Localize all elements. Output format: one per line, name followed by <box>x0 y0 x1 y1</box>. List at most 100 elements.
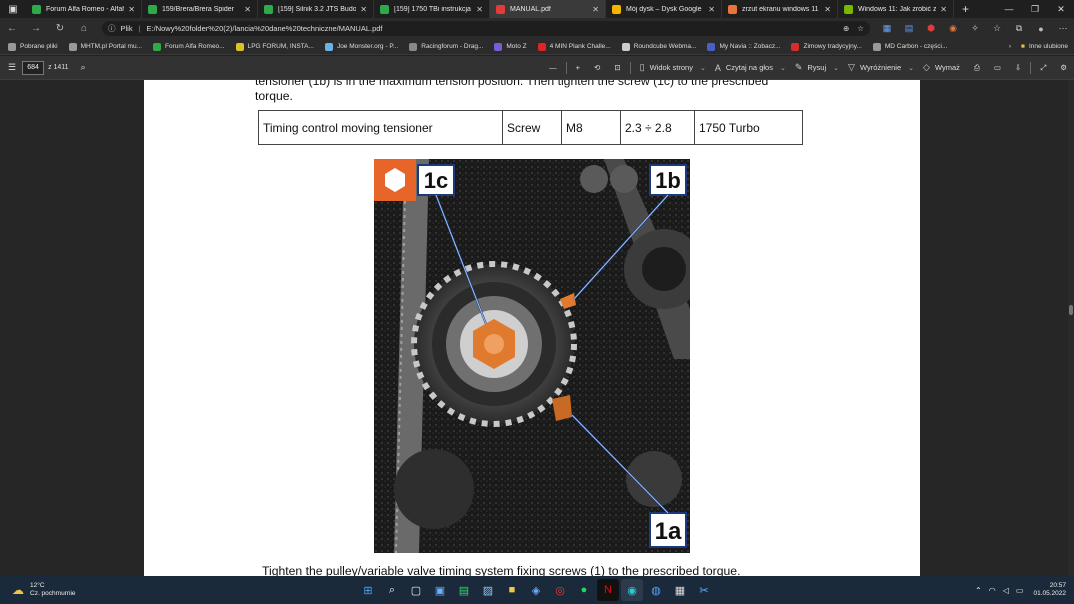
pdf-tool-button[interactable]: ✎ Rysuj <box>788 56 833 80</box>
save-as-button[interactable]: ⇩ <box>1008 56 1028 80</box>
browser-tab[interactable]: 159/Brera/Brera Spider ✕ <box>142 0 258 18</box>
profile-avatar[interactable]: ● <box>1030 18 1052 39</box>
file-explorer-icon[interactable]: ■ <box>501 579 523 601</box>
browser-tab[interactable]: MANUAL.pdf ✕ <box>490 0 606 18</box>
zoom-icon[interactable]: ⊕ <box>843 24 849 33</box>
forward-button[interactable]: → <box>24 18 48 39</box>
bookmark-item[interactable]: LPG FORUM, INSTA... <box>235 42 314 51</box>
pdf-tool-label: Rysuj <box>807 63 827 72</box>
spotify-icon[interactable]: ● <box>573 579 595 601</box>
minimize-button[interactable]: — <box>996 0 1022 18</box>
tab-close-icon[interactable]: ✕ <box>128 5 135 14</box>
browser-tab[interactable]: zrzut ekranu windows 11 – ✕ <box>722 0 838 18</box>
bookmark-item[interactable]: 4 MIN Plank Challe... <box>537 42 611 51</box>
messenger-icon[interactable]: ◍ <box>645 579 667 601</box>
bookmark-label: Racingforum - Drag... <box>421 43 484 50</box>
bookmark-item[interactable]: Zimowy tradycyjny... <box>791 42 862 51</box>
other-favorites-link[interactable]: Inne ulubione <box>1029 43 1068 50</box>
reload-button[interactable]: ↻ <box>48 18 72 39</box>
opera-icon[interactable]: ◎ <box>549 579 571 601</box>
search-icon[interactable]: ⌕ <box>381 579 403 601</box>
tab-close-icon[interactable]: ✕ <box>940 5 947 14</box>
bookmark-item[interactable]: My Navia :: Zobacz... <box>707 42 780 51</box>
tab-close-icon[interactable]: ✕ <box>476 5 483 14</box>
store-icon[interactable]: ◈ <box>525 579 547 601</box>
browser-tab[interactable]: Forum Alfa Romeo - Alfaholic✕ <box>26 0 142 18</box>
page-number-input[interactable]: 684 <box>22 60 45 75</box>
battery-icon[interactable]: ▭ <box>1016 586 1024 595</box>
pdf-tool-button[interactable]: A Czytaj na głos <box>708 56 780 80</box>
new-tab-button[interactable]: + <box>954 2 977 16</box>
weather-widget[interactable]: ☁ 12°C Cz. pochmurnie <box>0 582 76 598</box>
bookmark-item[interactable]: Joe Monster.org - P... <box>324 42 398 51</box>
favorites-icon[interactable]: ☆ <box>986 18 1008 39</box>
tab-favicon-icon <box>32 4 41 14</box>
clock[interactable]: 20:57 01.05.2022 <box>1033 582 1066 598</box>
chevron-down-icon[interactable]: ⌄ <box>700 64 706 72</box>
chevron-down-icon[interactable]: ⌄ <box>780 64 786 72</box>
bookmark-item[interactable]: Racingforum - Drag... <box>409 42 484 51</box>
pdf-tool-button[interactable]: ▽ Wyróżnienie <box>841 56 908 80</box>
netflix-icon[interactable]: N <box>597 579 619 601</box>
tray-chevron-icon[interactable]: ⌃ <box>975 586 982 595</box>
pdf-tool-button[interactable]: ▯ Widok strony <box>633 56 700 80</box>
restore-button[interactable]: ❐ <box>1022 0 1048 18</box>
extension-icon-2[interactable]: ▤ <box>898 18 920 39</box>
start-menu-icon[interactable]: ⊞ <box>357 579 379 601</box>
extensions-icon[interactable]: ✧ <box>964 18 986 39</box>
bookmark-item[interactable]: Forum Alfa Romeo... <box>152 42 225 51</box>
volume-icon[interactable]: ◁ <box>1003 586 1009 595</box>
browser-tab[interactable]: Windows 11: Jak zrobić zrz ✕ <box>838 0 954 18</box>
extension-icon-4[interactable]: ◉ <box>942 18 964 39</box>
tab-actions-icon[interactable]: ▣ <box>0 0 26 18</box>
close-window-button[interactable]: ✕ <box>1048 0 1074 18</box>
zoom-in-button[interactable]: + <box>569 56 587 80</box>
bookmark-item[interactable]: Moto Z <box>494 42 527 51</box>
bookmark-item[interactable]: Pobrane pliki <box>8 42 58 51</box>
search-icon[interactable]: ⌕ <box>81 62 86 73</box>
browser-tab[interactable]: Mój dysk – Dysk Google ✕ <box>606 0 722 18</box>
address-field[interactable]: ⓘ Plik | E:/Nowy%20folder%20(2)/lancia%2… <box>102 21 870 36</box>
tab-close-icon[interactable]: ✕ <box>708 5 715 14</box>
bookmarks-chevron-icon[interactable]: › <box>1009 43 1011 50</box>
pdf-tool-button[interactable]: ◇ Wymaż <box>916 56 967 80</box>
rotate-button[interactable]: ⟲ <box>587 56 607 80</box>
widgets-icon[interactable]: ▣ <box>429 579 451 601</box>
zoom-out-button[interactable]: — <box>542 56 564 80</box>
bookmark-label: Roundcube Webma... <box>633 43 697 50</box>
bookmark-item[interactable]: MHTM.pl Portal mu... <box>68 42 142 51</box>
tab-close-icon[interactable]: ✕ <box>244 5 251 14</box>
save-button[interactable]: ▭ <box>987 56 1008 80</box>
tab-close-icon[interactable]: ✕ <box>824 5 831 14</box>
more-menu-icon[interactable]: ⋯ <box>1052 18 1074 39</box>
fit-page-button[interactable]: ⊡ <box>607 56 627 80</box>
extension-icon-1[interactable]: ▦ <box>876 18 898 39</box>
vertical-scrollbar[interactable] <box>1068 80 1074 576</box>
scrollbar-thumb[interactable] <box>1069 305 1073 315</box>
browser-tab[interactable]: [159] Silnik 3.2 JTS Budowa✕ <box>258 0 374 18</box>
print-button[interactable]: ⎙ <box>967 56 987 80</box>
tab-close-icon[interactable]: ✕ <box>592 5 599 14</box>
tab-close-icon[interactable]: ✕ <box>360 5 367 14</box>
chevron-down-icon[interactable]: ⌄ <box>908 64 914 72</box>
contents-icon[interactable]: ☰ <box>8 62 16 73</box>
edge-icon[interactable]: ◉ <box>621 579 643 601</box>
chevron-down-icon[interactable]: ⌄ <box>833 64 839 72</box>
collections-icon[interactable]: ⧉ <box>1008 18 1030 39</box>
pdf-viewport[interactable]: tensioner (1b) is in the maximum tension… <box>0 80 1074 576</box>
browser-tab[interactable]: [159] 1750 TBi instrukcja w ✕ <box>374 0 490 18</box>
snipping-tool-icon[interactable]: ✂ <box>693 579 715 601</box>
photos-icon[interactable]: ▨ <box>477 579 499 601</box>
bookmark-item[interactable]: MD Carbon - części... <box>872 42 947 51</box>
back-button[interactable]: ← <box>0 18 24 39</box>
settings-gear-icon[interactable]: ⚙ <box>1053 56 1074 80</box>
teams-icon[interactable]: ▤ <box>453 579 475 601</box>
home-button[interactable]: ⌂ <box>72 18 96 39</box>
bookmark-item[interactable]: Roundcube Webma... <box>621 42 697 51</box>
extension-icon-3[interactable]: ⬢ <box>920 18 942 39</box>
calculator-icon[interactable]: ▦ <box>669 579 691 601</box>
fullscreen-button[interactable]: ⤢ <box>1033 56 1053 80</box>
wifi-icon[interactable]: ◠ <box>989 586 996 595</box>
task-view-icon[interactable]: ▢ <box>405 579 427 601</box>
favorite-star-icon[interactable]: ☆ <box>857 24 864 33</box>
